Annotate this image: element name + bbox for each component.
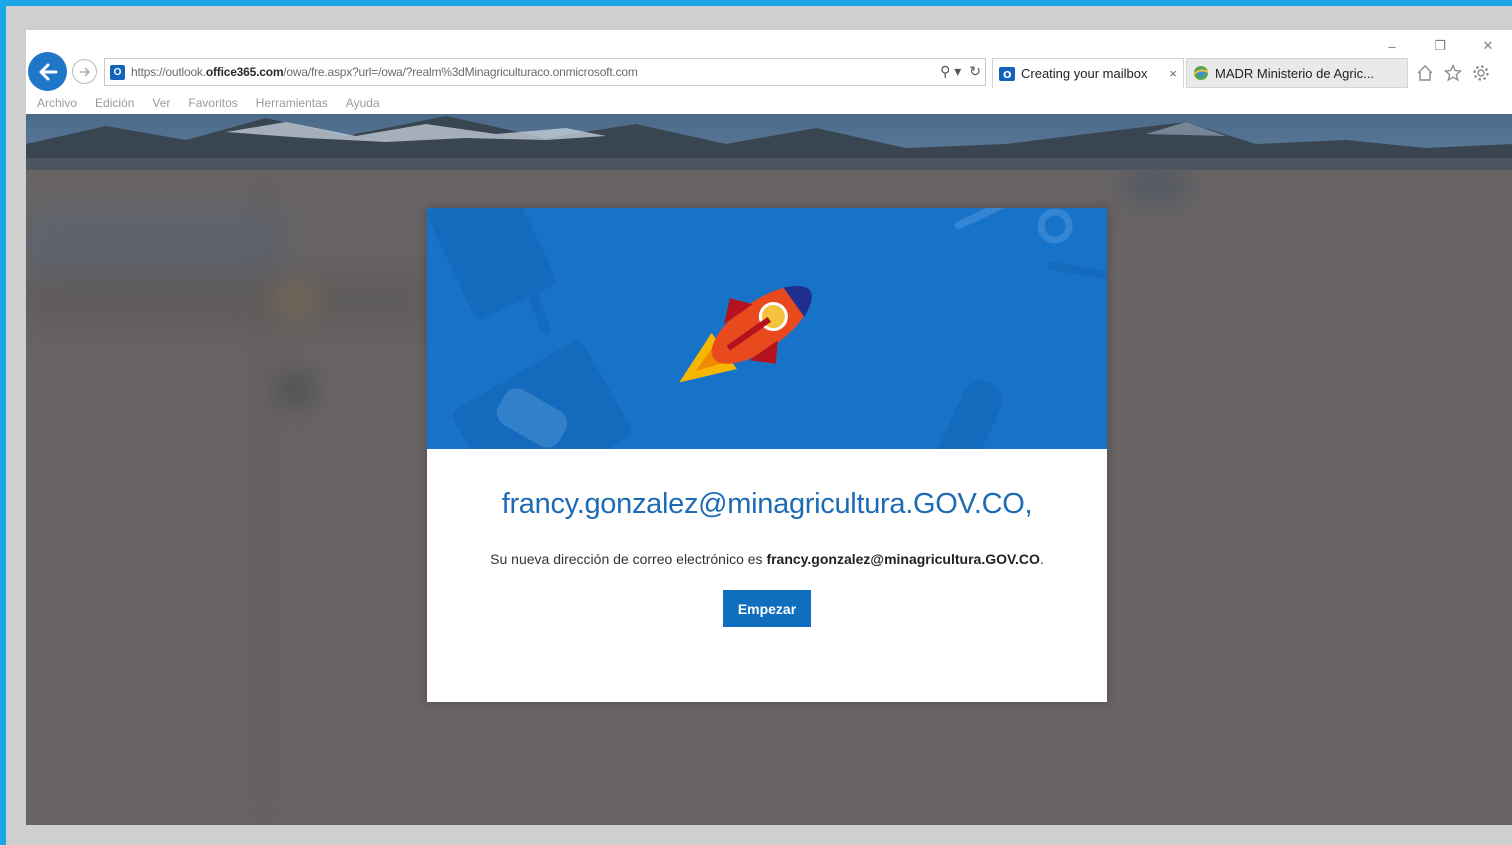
forward-arrow-icon [79, 66, 90, 77]
tab-label: Creating your mailbox [1021, 66, 1148, 81]
address-bar[interactable]: O https://outlook.office365.com/owa/fre.… [104, 58, 986, 86]
ie-page-icon [1193, 66, 1209, 80]
navigation-bar: O https://outlook.office365.com/owa/fre.… [26, 52, 1512, 92]
tab-label: MADR Ministerio de Agric... [1215, 65, 1374, 81]
menu-edicion[interactable]: Edición [95, 96, 134, 110]
address-bar-icons: ⚲ ▾ ↻ [940, 63, 981, 80]
dialog-hero-illustration [427, 208, 1107, 449]
outlook-favicon-icon: O [110, 64, 125, 80]
settings-gear-icon[interactable] [1472, 64, 1490, 82]
url-prefix: https://outlook. [131, 65, 206, 79]
message-suffix: . [1039, 551, 1044, 567]
menu-ver[interactable]: Ver [152, 96, 170, 110]
forward-button[interactable] [72, 59, 97, 84]
url-path: /owa/fre.aspx?url=/owa/?realm%3dMinagric… [283, 65, 638, 79]
refresh-icon[interactable]: ↻ [969, 63, 981, 80]
menu-bar: Archivo Edición Ver Favoritos Herramient… [26, 92, 1512, 114]
back-button[interactable] [28, 52, 67, 91]
back-arrow-icon [39, 63, 57, 80]
message-email: francy.gonzalez@minagricultura.GOV.CO [766, 551, 1040, 567]
menu-herramientas[interactable]: Herramientas [256, 96, 328, 110]
url-domain: office365.com [205, 65, 284, 79]
menu-favoritos[interactable]: Favoritos [188, 96, 237, 110]
tab-close-icon[interactable]: × [1169, 66, 1177, 81]
outlook-tab-icon: O [999, 66, 1015, 81]
favorites-star-icon[interactable] [1444, 64, 1462, 82]
home-icon[interactable] [1416, 64, 1434, 82]
toolbar-icons [1416, 64, 1490, 82]
mountain-banner-image [26, 114, 1512, 170]
svg-text:O: O [1003, 70, 1012, 81]
message-prefix: Su nueva dirección de correo electrónico… [490, 551, 767, 567]
tab-madr-ministerio[interactable]: MADR Ministerio de Agric... [1186, 58, 1408, 88]
start-button[interactable]: Empezar [723, 590, 811, 627]
dialog-message: Su nueva dirección de correo electrónico… [427, 551, 1107, 567]
welcome-dialog: francy.gonzalez@minagricultura.GOV.CO, S… [427, 208, 1107, 702]
menu-ayuda[interactable]: Ayuda [346, 96, 380, 110]
tab-creating-your-mailbox[interactable]: O Creating your mailbox × [992, 58, 1184, 88]
browser-window: – ❐ ✕ O https://outlook.office365.com/ow… [26, 30, 1512, 825]
url-text[interactable]: https://outlook.office365.com/owa/fre.as… [131, 65, 638, 79]
dialog-title: francy.gonzalez@minagricultura.GOV.CO, [501, 488, 1033, 520]
search-icon[interactable]: ⚲ ▾ [940, 63, 961, 80]
menu-archivo[interactable]: Archivo [37, 96, 77, 110]
page-content: francy.gonzalez@minagricultura.GOV.CO, S… [26, 114, 1512, 825]
